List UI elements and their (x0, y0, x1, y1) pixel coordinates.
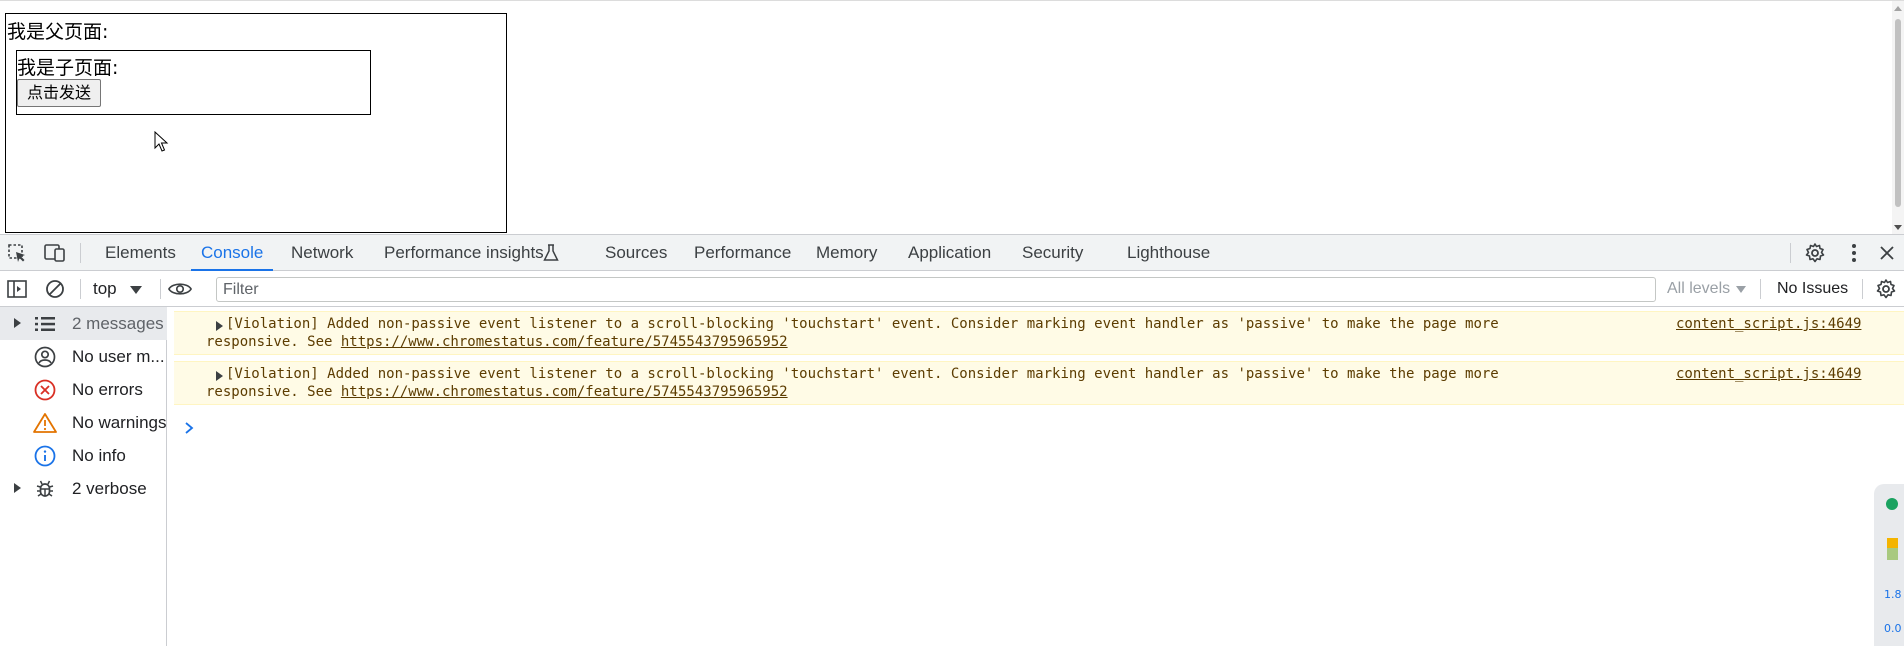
cpu-bar (1887, 538, 1898, 548)
message-source-link[interactable]: content_script.js:4649 (1676, 365, 1861, 383)
upload-speed-value: 1.8 (1884, 588, 1902, 601)
toolbar-divider (80, 243, 81, 263)
expand-arrow-icon[interactable] (216, 321, 223, 331)
page-viewport: 我是父页面: 我是子页面: 点击发送 (0, 0, 1904, 235)
console-filter-input[interactable]: Filter (216, 277, 1656, 302)
devtools-panel: Elements Console Network Performance ins… (0, 234, 1904, 646)
sidebar-item-messages[interactable]: 2 messages (0, 307, 167, 340)
message-text-continuation: responsive. See https://www.chromestatus… (206, 383, 788, 401)
performance-monitor-widget: 1.8 0.0 (1874, 484, 1904, 646)
message-text: responsive. See (206, 384, 341, 400)
sidebar-item-label: No user m... (72, 347, 165, 366)
device-toolbar-icon[interactable] (43, 241, 67, 265)
tab-application[interactable]: Application (908, 235, 991, 271)
console-toolbar: top Filter All levels No Issues (0, 271, 1904, 307)
scroll-up-arrow-icon[interactable] (1894, 6, 1902, 11)
message-text: [Violation] Added non-passive event list… (226, 366, 1499, 382)
toolbar-divider (80, 279, 81, 299)
sidebar-item-label: 2 verbose (72, 479, 147, 498)
more-options-icon[interactable] (1842, 241, 1866, 265)
tab-console[interactable]: Console (190, 235, 274, 271)
tab-memory[interactable]: Memory (816, 235, 877, 271)
parent-page-label: 我是父页面: (7, 21, 109, 43)
sidebar-item-warnings[interactable]: No warnings (0, 406, 167, 439)
child-iframe: 我是子页面: 点击发送 (16, 50, 371, 115)
tab-lighthouse[interactable]: Lighthouse (1127, 235, 1210, 271)
info-icon (33, 444, 57, 468)
download-speed-value: 0.0 (1884, 622, 1902, 635)
console-settings-gear-icon[interactable] (1874, 277, 1898, 301)
message-text: responsive. See (206, 334, 341, 350)
expand-arrow-icon[interactable] (216, 371, 223, 381)
tab-sources[interactable]: Sources (605, 235, 667, 271)
sidebar-item-verbose[interactable]: 2 verbose (0, 472, 167, 505)
toolbar-divider (1790, 243, 1791, 263)
scroll-down-arrow-icon[interactable] (1894, 225, 1902, 230)
child-page-label: 我是子页面: (17, 57, 119, 79)
tab-performance-insights[interactable]: Performance insights (384, 235, 544, 271)
issues-counter[interactable]: No Issues (1777, 271, 1848, 307)
show-sidebar-icon[interactable] (5, 277, 29, 301)
toolbar-divider (1862, 279, 1863, 299)
error-icon (33, 378, 57, 402)
chevron-down-icon[interactable] (130, 286, 142, 294)
memory-bar (1887, 548, 1898, 560)
tab-performance[interactable]: Performance (694, 235, 791, 271)
console-messages-area: [Violation] Added non-passive event list… (168, 307, 1904, 646)
javascript-context-select[interactable]: top (93, 271, 117, 307)
console-warning-message[interactable]: [Violation] Added non-passive event list… (174, 361, 1904, 405)
message-link[interactable]: https://www.chromestatus.com/feature/574… (341, 334, 788, 350)
parent-page-frame: 我是父页面: 我是子页面: 点击发送 (5, 13, 507, 233)
tab-security[interactable]: Security (1022, 235, 1083, 271)
sidebar-item-label: 2 messages (72, 314, 164, 333)
sidebar-item-label: No info (72, 446, 126, 465)
console-prompt-chevron-icon[interactable] (182, 421, 196, 435)
message-link[interactable]: https://www.chromestatus.com/feature/574… (341, 384, 788, 400)
log-levels-dropdown[interactable]: All levels (1667, 271, 1730, 307)
console-sidebar: 2 messages No user m... No errors No war… (0, 307, 167, 646)
sidebar-item-errors[interactable]: No errors (0, 373, 167, 406)
toolbar-divider (160, 279, 161, 299)
page-scrollbar[interactable] (1892, 1, 1904, 235)
sidebar-item-label: No warnings (72, 413, 167, 432)
status-dot-icon (1886, 498, 1898, 510)
sidebar-item-info[interactable]: No info (0, 439, 167, 472)
console-warning-message[interactable]: [Violation] Added non-passive event list… (174, 311, 1904, 355)
close-devtools-icon[interactable] (1875, 241, 1899, 265)
expand-arrow-icon[interactable] (14, 483, 21, 493)
warning-icon (33, 411, 57, 435)
user-icon (33, 345, 57, 369)
send-button[interactable]: 点击发送 (17, 79, 102, 107)
devtools-tab-bar: Elements Console Network Performance ins… (0, 235, 1904, 271)
expand-arrow-icon[interactable] (14, 318, 21, 328)
message-text: [Violation] Added non-passive event list… (226, 316, 1499, 332)
tab-network[interactable]: Network (291, 235, 353, 271)
live-expression-eye-icon[interactable] (168, 277, 192, 301)
inspect-element-icon[interactable] (5, 241, 29, 265)
tab-elements[interactable]: Elements (105, 235, 176, 271)
message-text-continuation: responsive. See https://www.chromestatus… (206, 333, 788, 351)
scrollbar-thumb[interactable] (1895, 19, 1901, 207)
bug-icon (33, 477, 57, 501)
sidebar-item-user-messages[interactable]: No user m... (0, 340, 167, 373)
message-source-link[interactable]: content_script.js:4649 (1676, 315, 1861, 333)
clear-console-icon[interactable] (43, 277, 67, 301)
chevron-down-icon[interactable] (1736, 286, 1746, 293)
sidebar-item-label: No errors (72, 380, 143, 399)
mouse-pointer-icon (154, 131, 169, 152)
flask-icon (539, 241, 563, 265)
list-icon (33, 312, 57, 336)
settings-gear-icon[interactable] (1803, 241, 1827, 265)
toolbar-divider (1760, 279, 1761, 299)
